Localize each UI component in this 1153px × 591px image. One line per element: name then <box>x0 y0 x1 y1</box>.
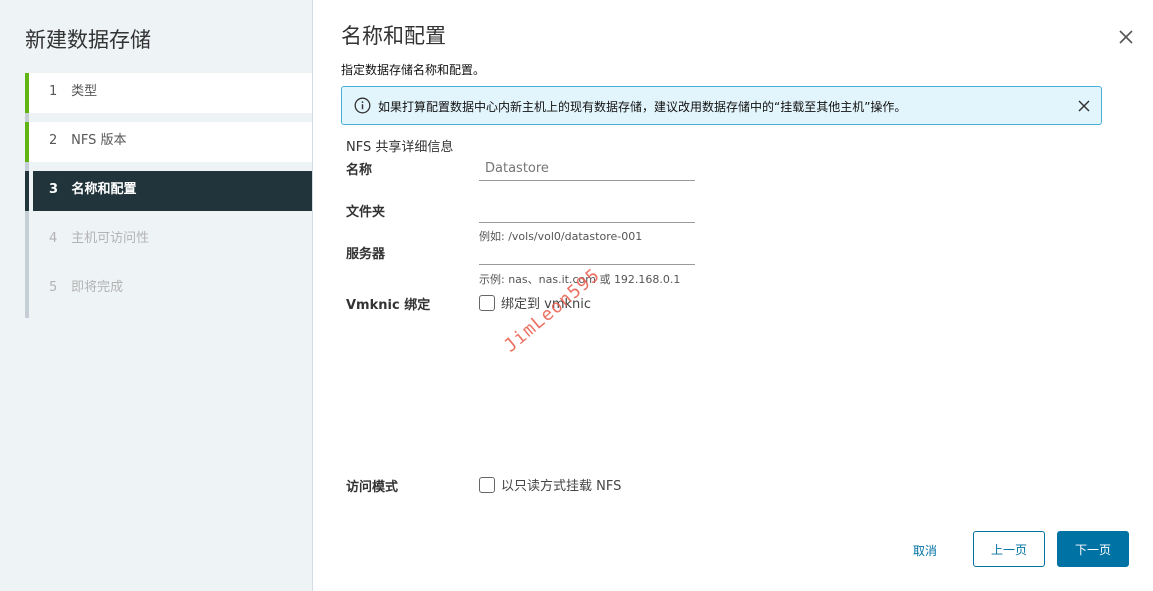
step-number: 4 <box>49 231 58 246</box>
info-icon <box>354 97 371 114</box>
folder-label: 文件夹 <box>346 205 386 220</box>
step-label: 即将完成 <box>71 280 124 295</box>
server-label: 服务器 <box>346 247 386 262</box>
step-number: 1 <box>49 84 58 99</box>
step-host-accessibility: 4 主机可访问性 <box>29 220 312 260</box>
access-mode-label: 访问模式 <box>346 480 399 495</box>
cancel-button[interactable]: 取消 <box>903 532 947 568</box>
step-label: NFS 版本 <box>71 133 127 148</box>
close-icon[interactable] <box>1117 28 1135 46</box>
name-label: 名称 <box>346 163 373 178</box>
wizard-content: 名称和配置 指定数据存储名称和配置。 如果打算配置数据中心内新主机上的现有数据存… <box>313 0 1153 591</box>
step-type[interactable]: 1 类型 <box>25 73 312 113</box>
page-subtitle: 指定数据存储名称和配置。 <box>341 63 486 77</box>
close-icon[interactable] <box>1077 98 1091 112</box>
step-nfs-version[interactable]: 2 NFS 版本 <box>25 122 312 162</box>
back-button[interactable]: 上一页 <box>973 531 1045 567</box>
step-name-config[interactable]: 3 名称和配置 <box>25 171 312 211</box>
alert-message: 如果打算配置数据中心内新主机上的现有数据存储，建议改用数据存储中的“挂载至其他主… <box>378 100 907 114</box>
next-button[interactable]: 下一页 <box>1057 531 1129 567</box>
vmknic-label: Vmknic 绑定 <box>346 298 431 313</box>
step-label: 类型 <box>71 84 98 99</box>
step-number: 3 <box>49 182 59 197</box>
read-only-option[interactable]: 以只读方式挂载 NFS <box>479 475 621 494</box>
section-title: NFS 共享详细信息 <box>346 140 454 155</box>
wizard-sidebar: 新建数据存储 1 类型 2 NFS 版本 3 名称和配置 4 主机可访问性 5 … <box>0 0 313 591</box>
read-only-checkbox[interactable] <box>479 476 495 493</box>
wizard-steps: 1 类型 2 NFS 版本 3 名称和配置 4 主机可访问性 5 即将完成 <box>25 73 312 318</box>
info-alert: 如果打算配置数据中心内新主机上的现有数据存储，建议改用数据存储中的“挂载至其他主… <box>341 86 1102 125</box>
wizard-title: 新建数据存储 <box>25 28 151 52</box>
step-number: 5 <box>49 280 58 295</box>
step-number: 2 <box>49 133 58 148</box>
read-only-checkbox-label: 以只读方式挂载 NFS <box>501 479 622 494</box>
step-label: 主机可访问性 <box>71 231 150 246</box>
folder-input[interactable] <box>479 199 695 223</box>
vmknic-checkbox[interactable] <box>479 294 495 311</box>
page-title: 名称和配置 <box>341 24 446 48</box>
name-input[interactable] <box>479 157 695 181</box>
server-input[interactable] <box>479 241 695 265</box>
step-ready-to-complete: 5 即将完成 <box>29 269 312 309</box>
step-label: 名称和配置 <box>71 182 137 197</box>
